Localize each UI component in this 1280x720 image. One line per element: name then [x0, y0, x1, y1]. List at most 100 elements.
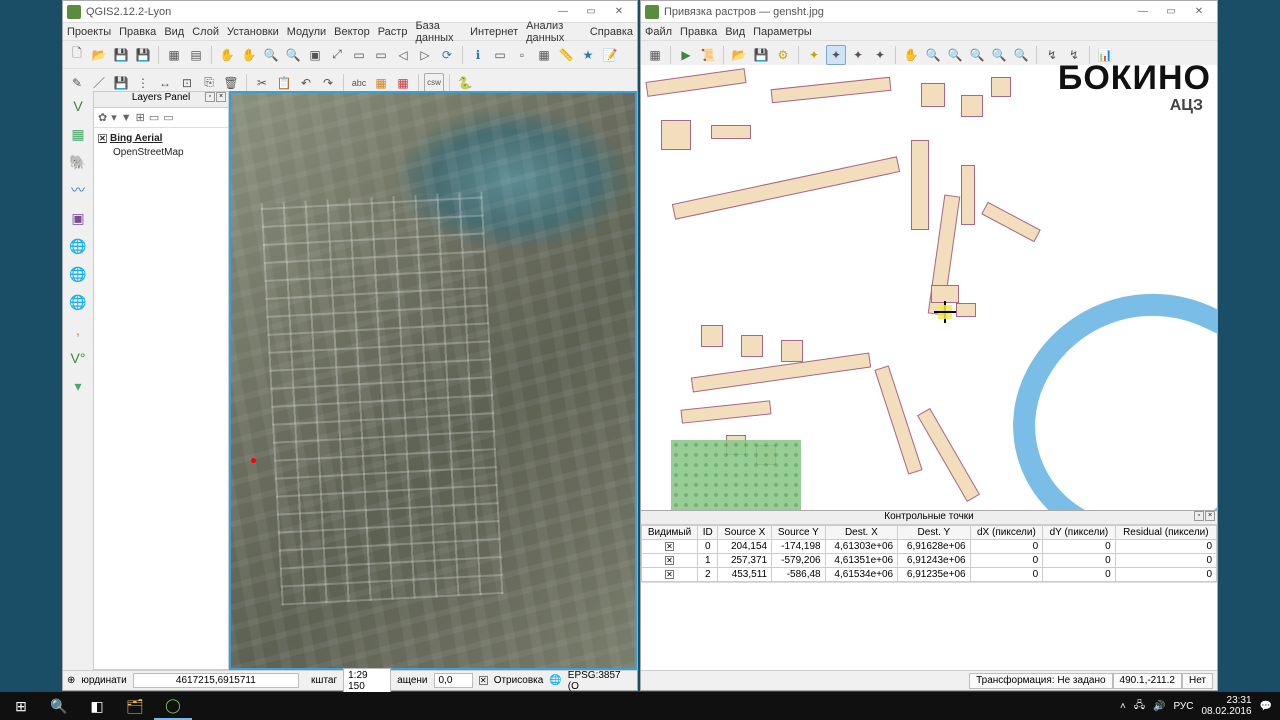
close-button[interactable]: ✕	[1185, 2, 1213, 22]
pan-to-selection-button[interactable]: ✋	[239, 45, 259, 65]
new-shapefile-button[interactable]: V°	[67, 347, 89, 369]
menu-item[interactable]: Вид	[164, 26, 184, 38]
panel-close-button[interactable]: ×	[1205, 511, 1215, 521]
zoom-next-button[interactable]: 🔍	[1011, 45, 1031, 65]
layer-item-osm[interactable]: OpenStreetMap	[98, 145, 224, 159]
add-spatialite-button[interactable]: 〰	[67, 179, 89, 201]
save-edits-button[interactable]: 💾	[111, 73, 131, 93]
th-sy[interactable]: Source Y	[772, 526, 826, 540]
pan-button[interactable]: ✋	[901, 45, 921, 65]
zoom-full-button[interactable]: ⤢	[327, 45, 347, 65]
th-id[interactable]: ID	[698, 526, 718, 540]
minimize-button[interactable]: —	[549, 2, 577, 22]
menu-item[interactable]: Интернет	[470, 26, 518, 38]
csw-button[interactable]: csw	[424, 73, 444, 93]
th-dy[interactable]: Dest. Y	[898, 526, 970, 540]
search-button[interactable]: 🔍	[40, 692, 78, 720]
qgis-task-button[interactable]: ◯	[154, 692, 192, 720]
th-sx[interactable]: Source X	[718, 526, 772, 540]
new-project-button[interactable]: 🗋	[67, 45, 87, 65]
new-gpx-button[interactable]: ▾	[67, 375, 89, 397]
attributes-button[interactable]: ▦	[534, 45, 554, 65]
zoom-selection-button[interactable]: ▭	[349, 45, 369, 65]
load-gcp-button[interactable]: 📂	[729, 45, 749, 65]
add-wms-button[interactable]: 🌐	[67, 235, 89, 257]
menu-item[interactable]: Справка	[590, 26, 633, 38]
menu-item[interactable]: Анализ данных	[526, 20, 582, 44]
python-console-button[interactable]: 🐍	[455, 73, 475, 93]
menu-item[interactable]: Правка	[119, 26, 156, 38]
select-button[interactable]: ▭	[490, 45, 510, 65]
menu-item[interactable]: Файл	[645, 26, 672, 38]
filter-legend-button[interactable]: ▾	[111, 111, 117, 124]
add-wcs-button[interactable]: 🌐	[67, 263, 89, 285]
filter-button[interactable]: ▼	[121, 112, 132, 124]
zoom-in-button[interactable]: 🔍	[923, 45, 943, 65]
script-button[interactable]: 📜	[698, 45, 718, 65]
zoom-out-button[interactable]: 🔍	[283, 45, 303, 65]
add-postgis-button[interactable]: 🐘	[67, 151, 89, 173]
composer-manager-button[interactable]: ▤	[186, 45, 206, 65]
move-point-button[interactable]: ✦	[848, 45, 868, 65]
task-view-button[interactable]: ◧	[78, 692, 116, 720]
annotation-button[interactable]: 📝	[600, 45, 620, 65]
table-row[interactable]: ✕0204,154-174,1984,61303e+066,91628e+060…	[642, 540, 1217, 554]
notifications-icon[interactable]: 💬	[1260, 701, 1272, 712]
redo-button[interactable]: ↷	[318, 73, 338, 93]
th-dx[interactable]: Dest. X	[825, 526, 897, 540]
close-button[interactable]: ✕	[605, 2, 633, 22]
zoom-next-button[interactable]: ▷	[415, 45, 435, 65]
zoom-layer-button[interactable]: 🔍	[967, 45, 987, 65]
delete-point-button[interactable]: ✦	[826, 45, 846, 65]
zoom-in-button[interactable]: 🔍	[261, 45, 281, 65]
zoom-layer-button[interactable]: ▭	[371, 45, 391, 65]
move-feature-button[interactable]: ↔	[155, 73, 175, 93]
crs-label[interactable]: EPSG:3857 (O	[568, 670, 633, 692]
link-georef-button[interactable]: ↯	[1064, 45, 1084, 65]
maximize-button[interactable]: ▭	[577, 2, 605, 22]
gcp-table[interactable]: Видимый ID Source X Source Y Dest. X Des…	[641, 525, 1217, 582]
add-raster-button[interactable]: ▦	[67, 123, 89, 145]
menu-item[interactable]: Вид	[725, 26, 745, 38]
undo-button[interactable]: ↶	[296, 73, 316, 93]
panel-float-button[interactable]: ▫	[205, 92, 215, 102]
file-explorer-button[interactable]: 🗂	[116, 692, 154, 720]
remove-layer-button[interactable]: ▭	[163, 111, 173, 124]
menu-item[interactable]: Модули	[287, 26, 326, 38]
clock-date[interactable]: 08.02.2016	[1201, 706, 1251, 717]
scale-value[interactable]: 1:29 150	[343, 668, 391, 694]
clock-time[interactable]: 23:31	[1227, 695, 1252, 706]
add-feature-button[interactable]: ⋮	[133, 73, 153, 93]
label-button[interactable]: abc	[349, 73, 369, 93]
start-button[interactable]: ▶	[676, 45, 696, 65]
pan-button[interactable]: ✋	[217, 45, 237, 65]
collapse-button[interactable]: ▭	[149, 111, 159, 124]
tray-up-icon[interactable]: ˄	[1120, 701, 1126, 712]
style-button[interactable]: ✿	[98, 111, 107, 124]
cut-button[interactable]: ✂	[252, 73, 272, 93]
toggle-edit-button[interactable]: ✎	[67, 73, 87, 93]
add-vector-button[interactable]: V	[67, 95, 89, 117]
open-project-button[interactable]: 📂	[89, 45, 109, 65]
plugin-button-1[interactable]: ▦	[371, 73, 391, 93]
menu-item[interactable]: Проекты	[67, 26, 111, 38]
zoom-last-button[interactable]: 🔍	[989, 45, 1009, 65]
table-row[interactable]: ✕1257,371-579,2064,61351e+066,91243e+060…	[642, 554, 1217, 568]
link-qgis-button[interactable]: ↯	[1042, 45, 1062, 65]
composer-button[interactable]: ▦	[164, 45, 184, 65]
add-point-button on[interactable]: ✦	[804, 45, 824, 65]
delete-button[interactable]: 🗑	[221, 73, 241, 93]
minimize-button[interactable]: —	[1129, 2, 1157, 22]
layer-checkbox[interactable]: ✕	[98, 134, 107, 143]
menu-item[interactable]: Правка	[680, 26, 717, 38]
th-visible[interactable]: Видимый	[642, 526, 698, 540]
start-button[interactable]: ⊞	[2, 692, 40, 720]
menu-item[interactable]: База данных	[415, 20, 462, 44]
expand-button[interactable]: ⊞	[136, 111, 145, 124]
coord-value[interactable]: 4617215,6915711	[133, 673, 299, 688]
node-tool-button[interactable]: ⊡	[177, 73, 197, 93]
panel-close-button[interactable]: ×	[216, 92, 226, 102]
lang-indicator[interactable]: РУС	[1173, 701, 1193, 712]
menu-item[interactable]: Вектор	[334, 26, 370, 38]
raster-canvas[interactable]: БОКИНО АЦЗ	[641, 65, 1217, 510]
